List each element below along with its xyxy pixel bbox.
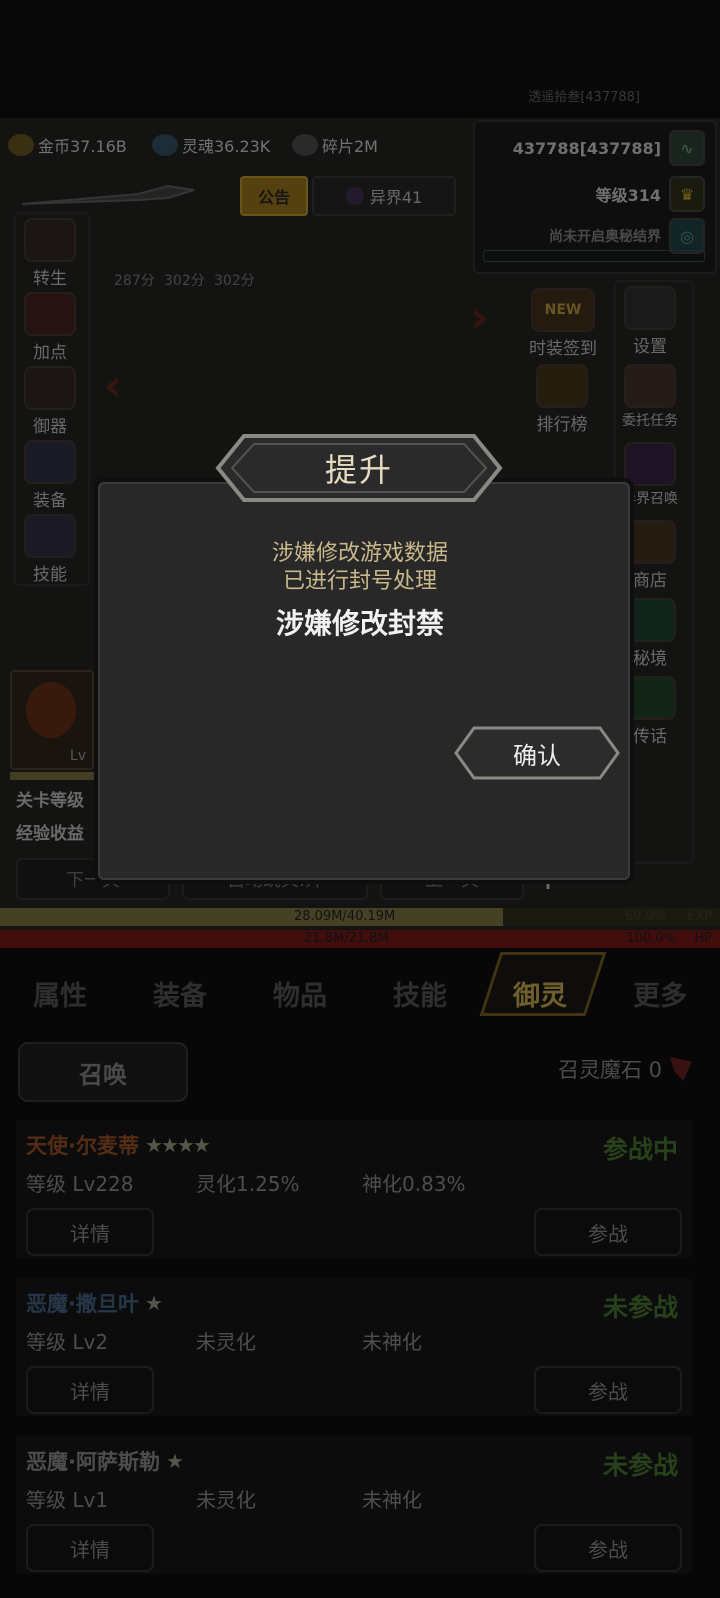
dialog-headline: 涉嫌修改封禁 bbox=[275, 607, 444, 640]
ban-dialog bbox=[94, 478, 634, 884]
dialog-title-plate: 提升 bbox=[214, 428, 504, 508]
dialog-message: 涉嫌修改游戏数据 已进行封号处理 bbox=[94, 540, 626, 596]
dialog-title: 提升 bbox=[324, 451, 393, 489]
dialog-message-line-2: 已进行封号处理 bbox=[282, 569, 437, 594]
dialog-message-line-1: 涉嫌修改游戏数据 bbox=[271, 541, 448, 566]
confirm-label: 确认 bbox=[513, 741, 561, 770]
confirm-button[interactable]: 确认 bbox=[452, 724, 622, 782]
